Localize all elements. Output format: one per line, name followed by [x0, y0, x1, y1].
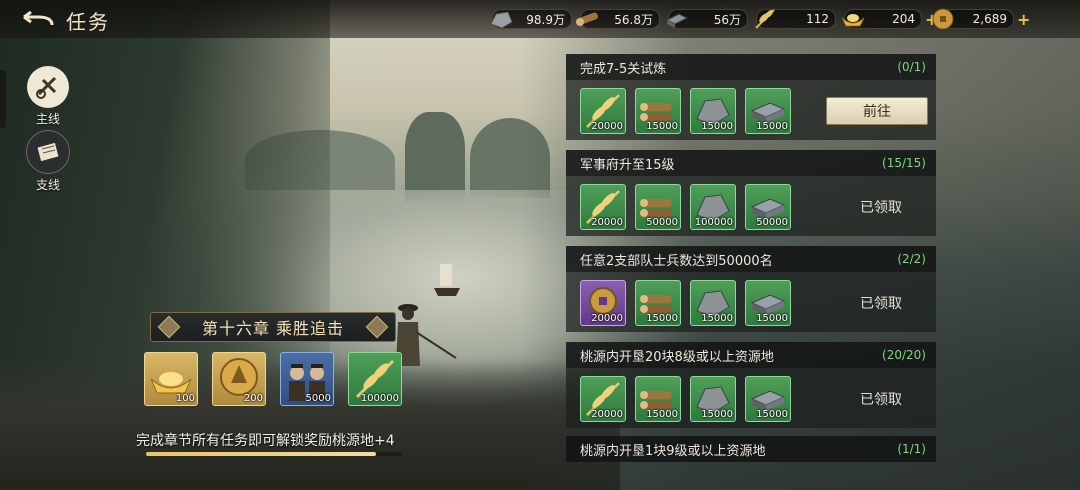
reward-stone[interactable]: 100000 [690, 184, 736, 230]
task-title: 桃源内开垦20块8级或以上资源地 [580, 349, 774, 365]
reward-wood[interactable]: 15000 [635, 376, 681, 422]
reward-iron[interactable]: 50000 [745, 184, 791, 230]
task-progress: (2/2) [897, 252, 926, 266]
task-item: 桃源内开垦1块9级或以上资源地 (1/1) [566, 436, 936, 462]
tab-main-quest[interactable]: 主线 [22, 66, 74, 127]
ore-icon [490, 11, 513, 29]
task-progress: (1/1) [897, 442, 926, 456]
reward-grain[interactable]: 20000 [580, 184, 626, 230]
resource-grain: 112 [755, 9, 836, 29]
reward-iron[interactable]: 15000 [745, 280, 791, 326]
back-button[interactable]: 任务 [22, 6, 110, 35]
task-item: 桃源内开垦20块8级或以上资源地 (20/20) 20000 15000 1500… [566, 342, 936, 428]
task-progress: (20/20) [882, 348, 926, 362]
resource-wood: 56.8万 [576, 9, 660, 29]
nav-selected-indicator [0, 70, 6, 128]
resource-ore: 98.9万 [490, 9, 572, 29]
unlock-hint-text: 完成章节所有任务即可解锁奖励桃源地+4 [136, 433, 395, 449]
task-item: 军事府升至15级 (15/15) 20000 50000 100000 50000… [566, 150, 936, 236]
add-copper-button[interactable]: + [1017, 10, 1030, 29]
tab-side-quest[interactable]: 支线 [22, 130, 74, 193]
reward-stone[interactable]: 15000 [690, 88, 736, 134]
task-title: 完成7-5关试炼 [580, 61, 667, 77]
ornament-icon [365, 315, 389, 339]
task-title: 军事府升至15级 [580, 157, 675, 173]
iron-icon [665, 13, 689, 28]
chapter-title-banner: 第十六章 乘胜追击 [150, 312, 396, 342]
resource-copper-coin: 2,689 + [932, 8, 1030, 30]
reward-iron[interactable]: 15000 [745, 376, 791, 422]
reward-copper-coin[interactable]: 20000 [580, 280, 626, 326]
scroll-icon [26, 130, 70, 174]
goto-button[interactable]: 前往 [826, 97, 928, 125]
task-item: 完成7-5关试炼 (0/1) 20000 15000 15000 15000 前往 [566, 54, 936, 140]
page-title: 任务 [66, 10, 110, 34]
resource-iron: 56万 [665, 9, 748, 29]
chapter-rewards: 100 200 5000 100000 [144, 352, 402, 406]
reward-wood[interactable]: 50000 [635, 184, 681, 230]
task-item: 任意2支部队士兵数达到50000名 (2/2) 20000 15000 15000… [566, 246, 936, 332]
reward-gold-ingot[interactable]: 100 [144, 352, 198, 406]
wood-icon [576, 12, 598, 26]
reward-wood[interactable]: 15000 [635, 280, 681, 326]
chapter-progress-fill [146, 452, 377, 456]
reward-stone[interactable]: 15000 [690, 280, 736, 326]
reward-copper-coin[interactable]: 200 [212, 352, 266, 406]
boat [434, 264, 460, 296]
chapter-progress-bar [146, 452, 402, 456]
ornament-icon [157, 315, 181, 339]
reward-grain[interactable]: 100000 [348, 352, 402, 406]
claimed-label: 已领取 [860, 296, 902, 312]
claimed-label: 已领取 [860, 200, 902, 216]
claimed-label: 已领取 [860, 392, 902, 408]
task-title: 任意2支部队士兵数达到50000名 [580, 253, 773, 269]
task-title: 桃源内开垦1块9级或以上资源地 [580, 443, 766, 459]
reward-wood[interactable]: 15000 [635, 88, 681, 134]
resource-gold-ingot: 204 + [841, 9, 938, 29]
reward-grain[interactable]: 20000 [580, 88, 626, 134]
task-progress: (15/15) [882, 156, 926, 170]
copper-coin-icon [932, 8, 954, 30]
reward-soldiers[interactable]: 5000 [280, 352, 334, 406]
gold-ingot-icon [841, 14, 865, 27]
main-quest-icon [27, 66, 69, 108]
reward-iron[interactable]: 15000 [745, 88, 791, 134]
reward-grain[interactable]: 20000 [580, 376, 626, 422]
task-progress: (0/1) [897, 60, 926, 74]
back-arrow-icon [23, 10, 54, 25]
reward-stone[interactable]: 15000 [690, 376, 736, 422]
grain-icon [755, 9, 775, 29]
chapter-title: 第十六章 乘胜追击 [201, 319, 345, 338]
